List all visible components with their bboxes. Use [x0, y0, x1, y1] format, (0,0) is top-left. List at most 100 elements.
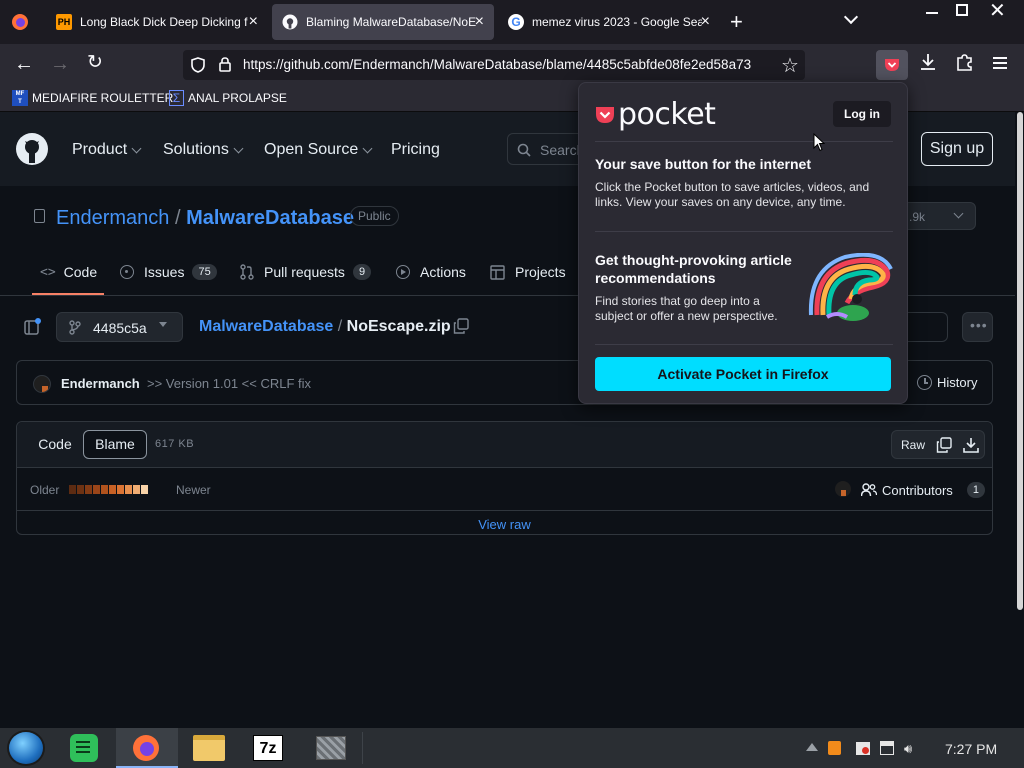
pocket-toolbar-button[interactable]: [876, 50, 908, 80]
history-clock-icon: [917, 375, 932, 390]
repo-owner-link[interactable]: Endermanch: [56, 207, 169, 229]
pocket-login-button[interactable]: Log in: [833, 101, 891, 127]
taskbar-separator: [362, 732, 363, 764]
repo-icon: [34, 209, 45, 223]
download-raw-icon[interactable]: [963, 437, 979, 453]
pull-request-icon: [240, 264, 254, 280]
github-logo-icon[interactable]: [16, 133, 48, 165]
history-button[interactable]: History: [917, 375, 977, 390]
bookmark-star-icon[interactable]: ☆: [781, 53, 799, 78]
commit-message[interactable]: >> Version 1.01 << CRLF fix: [147, 376, 311, 391]
tab-actions[interactable]: Actions: [396, 264, 466, 280]
action-center-icon[interactable]: [856, 742, 870, 755]
tray-app-icon[interactable]: [828, 741, 841, 755]
expand-file-tree-icon[interactable]: [24, 318, 42, 336]
commit-author[interactable]: Endermanch: [61, 376, 140, 391]
pocket-divider: [595, 141, 893, 142]
branch-selector-button[interactable]: 4485c5a: [56, 312, 183, 342]
view-raw-link[interactable]: View raw: [17, 517, 992, 532]
tab-label: Pull requests: [264, 264, 345, 280]
contributors-button[interactable]: Contributors 1: [861, 482, 985, 498]
system-clock[interactable]: 7:27 PM: [945, 741, 997, 757]
tab-projects[interactable]: Projects: [490, 264, 566, 280]
new-tab-button[interactable]: +: [730, 9, 743, 35]
nav-product[interactable]: Product: [72, 141, 142, 159]
file-breadcrumb: MalwareDatabase / NoEscape.zip: [199, 318, 451, 336]
bookmark-label: ANAL PROLAPSE: [188, 91, 287, 105]
nav-label: Pricing: [391, 141, 440, 158]
tab-title: Long Black Dick Deep Dicking f: [80, 15, 248, 29]
close-window-icon[interactable]: ✕: [989, 0, 1006, 23]
browser-tab-strip: PH Long Black Dick Deep Dicking f × Blam…: [0, 0, 1024, 44]
raw-button[interactable]: Raw: [901, 438, 925, 452]
contributors-label: Contributors: [882, 482, 953, 498]
notes-app-icon[interactable]: [70, 734, 98, 762]
downloads-icon[interactable]: [920, 53, 936, 71]
close-tab-icon[interactable]: ×: [475, 13, 484, 31]
forward-icon[interactable]: →: [50, 54, 70, 74]
mediafire-favicon-icon: MF T: [12, 90, 28, 106]
tab-1[interactable]: PH Long Black Dick Deep Dicking f ×: [46, 4, 268, 40]
more-options-button[interactable]: •••: [962, 312, 993, 342]
volume-icon[interactable]: 🔊︎: [904, 741, 912, 757]
nav-solutions[interactable]: Solutions: [163, 141, 244, 159]
url-bar[interactable]: https://github.com/Endermanch/MalwareDat…: [183, 50, 805, 80]
nav-pricing[interactable]: Pricing: [391, 141, 440, 159]
hamburger-menu-icon[interactable]: [993, 57, 1007, 69]
avatar[interactable]: [33, 375, 51, 393]
sign-up-button[interactable]: Sign up: [921, 132, 993, 166]
view-code-button[interactable]: Code: [25, 430, 85, 459]
contributor-avatar[interactable]: [835, 481, 851, 497]
start-orb-icon[interactable]: [7, 730, 45, 766]
code-icon: <>: [40, 264, 56, 280]
close-tab-icon[interactable]: ×: [701, 13, 710, 31]
network-icon[interactable]: [880, 741, 894, 755]
extensions-puzzle-icon[interactable]: [956, 53, 973, 71]
tab-title: memez virus 2023 - Google Sea: [532, 15, 702, 29]
issues-counter: 75: [192, 264, 217, 280]
maximize-window-icon[interactable]: [956, 4, 968, 16]
tab-2-active[interactable]: Blaming MalwareDatabase/NoE ×: [272, 4, 494, 40]
copy-path-icon[interactable]: [453, 318, 469, 334]
history-label: History: [937, 375, 978, 390]
file-explorer-icon[interactable]: [193, 735, 225, 761]
reload-icon[interactable]: ↻: [87, 53, 103, 73]
nav-label: Open Source: [264, 141, 359, 158]
tab-code[interactable]: <> Code: [40, 264, 97, 280]
nav-open-source[interactable]: Open Source: [264, 141, 373, 159]
minimize-window-icon[interactable]: [926, 12, 938, 14]
bookmark-mediafire[interactable]: MF T MEDIAFIRE ROULETTER: [12, 90, 173, 106]
view-blame-button[interactable]: Blame: [83, 430, 147, 459]
git-branch-icon: [69, 320, 81, 335]
google-favicon-icon: G: [508, 14, 524, 30]
chevron-down-icon: [131, 143, 142, 153]
bookmark-anal-prolapse[interactable]: Σ ANAL PROLAPSE: [169, 90, 287, 106]
tab-3[interactable]: G memez virus 2023 - Google Sea ×: [498, 4, 720, 40]
tab-pull-requests[interactable]: Pull requests 9: [240, 264, 372, 280]
lock-icon[interactable]: [219, 57, 231, 72]
breadcrumb-repo-link[interactable]: MalwareDatabase: [199, 318, 333, 335]
tracking-protection-shield-icon[interactable]: [191, 57, 205, 73]
firefox-taskbar-icon[interactable]: [116, 728, 178, 768]
copy-raw-icon[interactable]: [936, 437, 952, 453]
pocket-divider: [595, 231, 893, 232]
show-hidden-icons-icon[interactable]: [806, 743, 818, 751]
search-input[interactable]: Search: [507, 133, 587, 165]
firefox-menu-icon[interactable]: [11, 13, 29, 31]
star-count-button[interactable]: .9k: [900, 202, 976, 230]
terminal-app-icon[interactable]: [316, 736, 346, 760]
7zip-app-icon[interactable]: 7z: [253, 735, 283, 761]
repo-path-separator: /: [174, 207, 181, 229]
back-icon[interactable]: ←: [14, 54, 34, 74]
list-all-tabs-icon[interactable]: [843, 9, 859, 25]
activate-pocket-button[interactable]: Activate Pocket in Firefox: [595, 357, 891, 391]
tab-issues[interactable]: Issues 75: [120, 264, 217, 280]
star-count: .9k: [909, 210, 926, 224]
page-scrollbar[interactable]: [1015, 112, 1024, 728]
tab-label: Actions: [420, 264, 466, 280]
repo-name-link[interactable]: MalwareDatabase: [186, 207, 354, 229]
pornhub-favicon-icon: PH: [56, 14, 72, 30]
mouse-cursor-icon: [813, 133, 825, 152]
close-tab-icon[interactable]: ×: [249, 13, 258, 31]
blame-age-legend: [69, 485, 148, 494]
